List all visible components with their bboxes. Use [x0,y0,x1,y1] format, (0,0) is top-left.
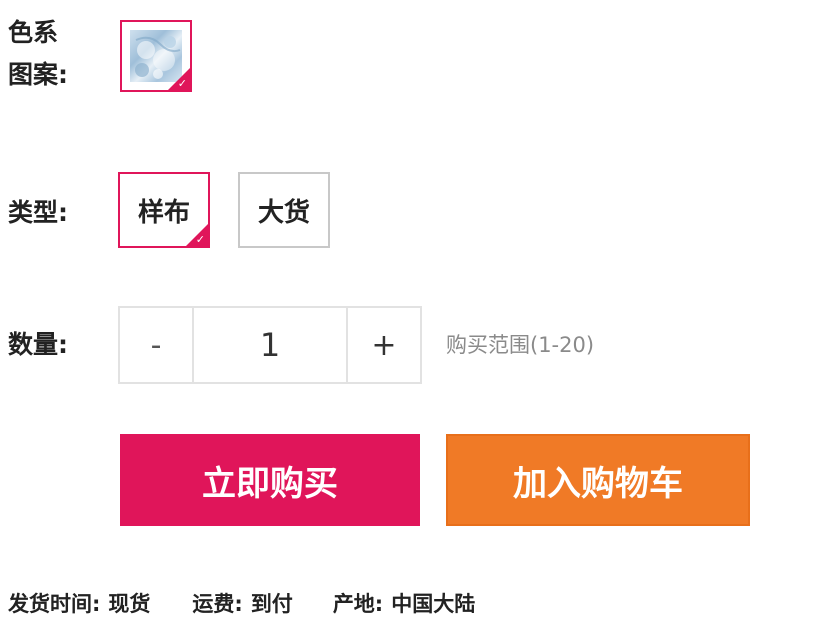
type-label: 类型: [8,198,68,227]
quantity-stepper: - 1 + [118,306,422,384]
quantity-input[interactable]: 1 [194,308,346,382]
freight-value: 到付 [250,592,293,616]
color-label-line1: 色系 [8,18,59,47]
origin-info: 产地: 中国大陆 [333,588,475,618]
purchase-range-hint: 购买范围(1-20) [446,333,595,357]
type-option-bulk[interactable]: 大货 [238,172,330,248]
ship-time-value: 现货 [108,592,151,616]
freight-info: 运费: 到付 [192,588,292,618]
quantity-decrement-button[interactable]: - [120,308,194,382]
type-option-label: 样布 [137,197,190,228]
shipping-info-bar: 发货时间: 现货 运费: 到付 产地: 中国大陆 [8,586,475,620]
type-option-sample[interactable]: 样布 ✓ [118,172,210,248]
quantity-label: 数量: [8,330,68,359]
freight-label: 运费: [192,592,243,616]
origin-label: 产地: [332,592,384,616]
color-swatch-option[interactable]: ✓ [120,20,192,92]
ship-time-info: 发货时间: 现货 [8,588,150,618]
quantity-increment-button[interactable]: + [346,308,420,382]
add-to-cart-button[interactable]: 加入购物车 [446,434,750,526]
buy-now-button[interactable]: 立即购买 [120,434,420,526]
origin-value: 中国大陆 [391,592,476,616]
type-option-label: 大货 [257,197,310,228]
checkmark-icon: ✓ [177,77,187,90]
ship-time-label: 发货时间: [8,592,101,616]
color-label-line2: 图案: [8,60,68,89]
checkmark-icon: ✓ [195,233,205,246]
